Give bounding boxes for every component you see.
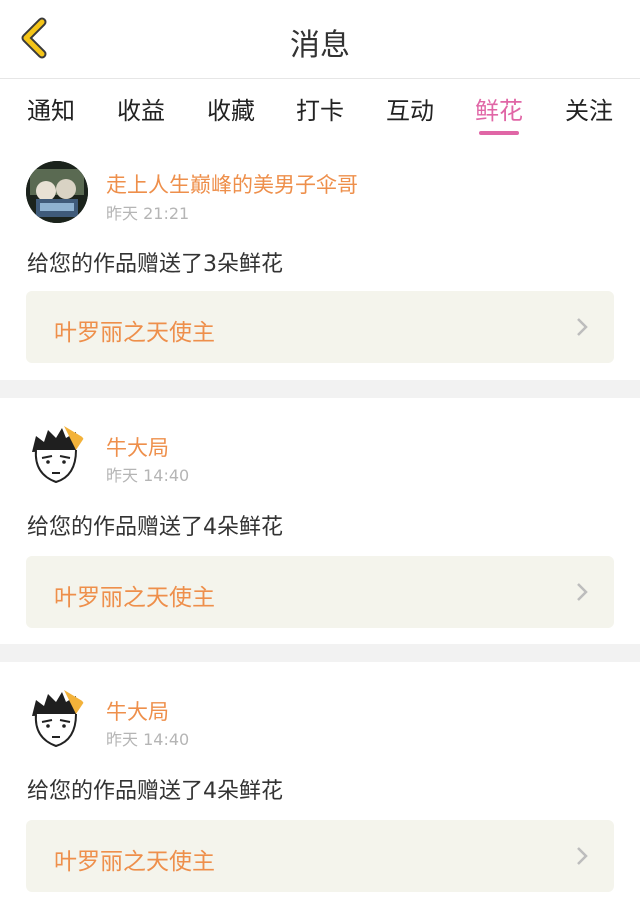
chevron-right-icon	[577, 583, 588, 601]
divider	[0, 644, 640, 662]
message-text: 给您的作品赠送了4朵鲜花	[27, 515, 283, 540]
tab-flowers-label: 鲜花	[475, 97, 523, 125]
tab-following[interactable]: 关注	[549, 91, 629, 126]
user-avatar[interactable]	[26, 688, 88, 750]
tab-interactions[interactable]: 互动	[370, 91, 450, 126]
cartoon-face-avatar-icon	[26, 688, 88, 750]
message-time: 昨天 14:40	[106, 730, 190, 749]
work-title: 叶罗丽之天使主	[54, 320, 215, 346]
message-card: 走上人生巅峰的美男子伞哥 昨天 21:21 给您的作品赠送了3朵鲜花 叶罗丽之天…	[0, 137, 640, 380]
tab-checkin[interactable]: 打卡	[280, 91, 360, 126]
user-avatar[interactable]	[26, 424, 88, 486]
cartoon-face-avatar-icon	[26, 424, 88, 486]
chevron-right-icon	[577, 318, 588, 336]
work-link[interactable]: 叶罗丽之天使主	[26, 556, 614, 628]
message-text: 给您的作品赠送了4朵鲜花	[27, 779, 283, 804]
divider	[0, 380, 640, 398]
message-card: 牛大局 昨天 14:40 给您的作品赠送了4朵鲜花 叶罗丽之天使主	[0, 398, 640, 644]
active-tab-indicator	[479, 131, 519, 135]
tab-notifications[interactable]: 通知	[11, 91, 91, 126]
work-title: 叶罗丽之天使主	[54, 849, 215, 875]
message-card: 牛大局 昨天 14:40 给您的作品赠送了4朵鲜花 叶罗丽之天使主	[0, 662, 640, 906]
tab-bar: 通知 收益 收藏 打卡 互动 鲜花 关注	[0, 79, 640, 137]
tab-earnings[interactable]: 收益	[101, 91, 181, 126]
user-name[interactable]: 牛大局	[106, 696, 169, 726]
top-bar: 消息	[0, 0, 640, 79]
work-title: 叶罗丽之天使主	[54, 585, 215, 611]
work-link[interactable]: 叶罗丽之天使主	[26, 291, 614, 363]
page-title: 消息	[290, 28, 350, 63]
photo-avatar-icon	[26, 161, 88, 223]
message-time: 昨天 21:21	[106, 204, 190, 223]
user-avatar[interactable]	[26, 161, 88, 223]
user-name[interactable]: 牛大局	[106, 432, 169, 462]
chevron-right-icon	[577, 847, 588, 865]
tab-favorites[interactable]: 收藏	[191, 91, 271, 126]
message-text: 给您的作品赠送了3朵鲜花	[27, 252, 283, 277]
message-time: 昨天 14:40	[106, 466, 190, 485]
user-name[interactable]: 走上人生巅峰的美男子伞哥	[106, 169, 358, 199]
work-link[interactable]: 叶罗丽之天使主	[26, 820, 614, 892]
tab-flowers[interactable]: 鲜花	[459, 91, 539, 135]
